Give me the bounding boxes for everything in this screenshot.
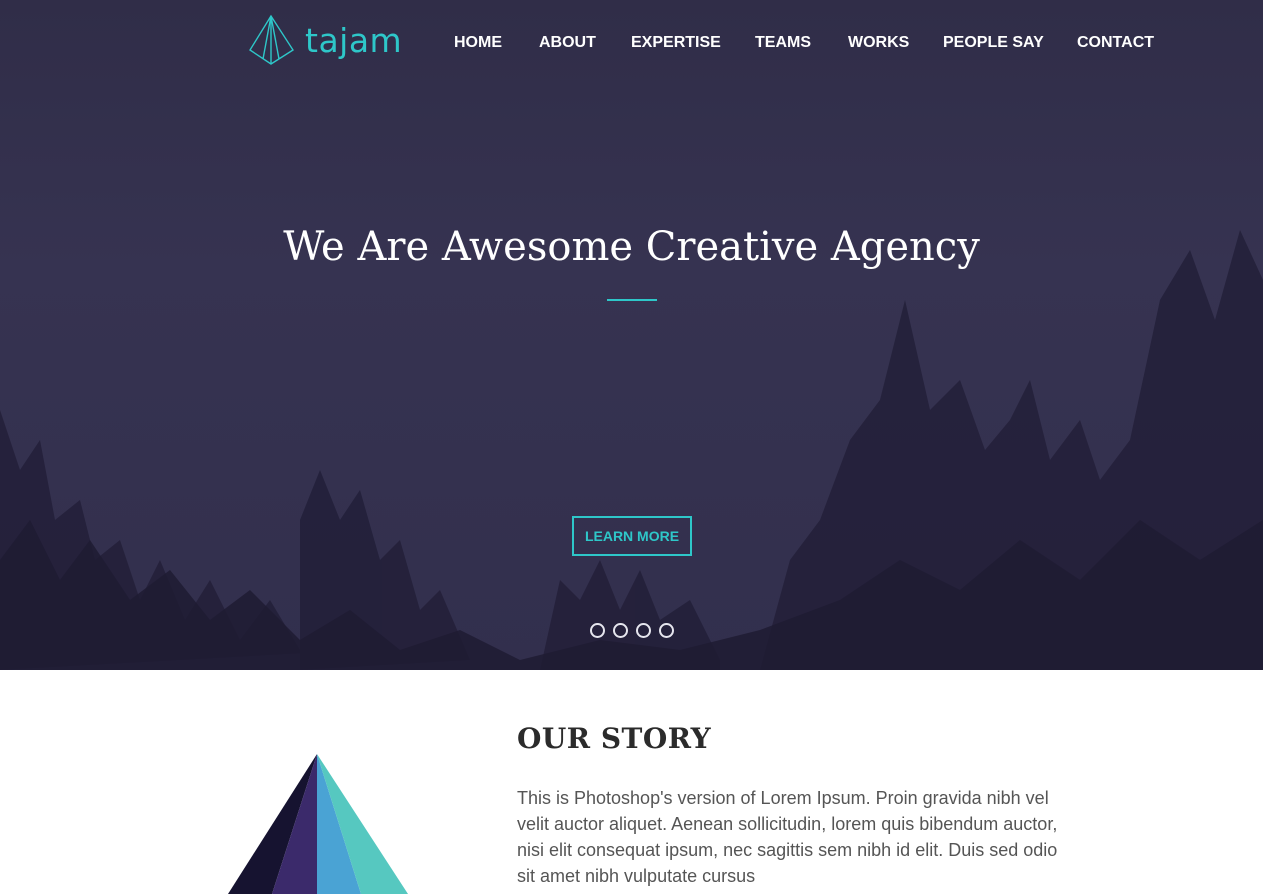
nav-item-home[interactable]: HOME [454, 34, 502, 52]
slider-dot-2[interactable] [613, 623, 628, 638]
brand-name: tajam [305, 20, 403, 60]
slider-dot-1[interactable] [590, 623, 605, 638]
hero-title: We Are Awesome Creative Agency [283, 224, 980, 270]
nav-item-teams[interactable]: TEAMS [755, 34, 811, 52]
hero-section: tajam HOME ABOUT EXPERTISE TEAMS WORKS P… [0, 0, 1263, 670]
slider-dot-4[interactable] [659, 623, 674, 638]
story-text: This is Photoshop's version of Lorem Ips… [517, 788, 1058, 886]
nav-item-expertise[interactable]: EXPERTISE [631, 34, 721, 52]
slider-pagination [590, 623, 674, 638]
nav-item-people-say[interactable]: PEOPLE SAY [943, 34, 1044, 52]
brand-logo[interactable]: tajam [249, 14, 402, 66]
story-title: OUR STORY [517, 722, 712, 755]
forest-silhouette [0, 230, 1263, 670]
slider-dot-3[interactable] [636, 623, 651, 638]
pyramid-logo-icon [249, 14, 294, 65]
nav-item-works[interactable]: WORKS [848, 34, 909, 52]
nav-item-contact[interactable]: CONTACT [1077, 34, 1154, 52]
nav-item-about[interactable]: ABOUT [539, 34, 596, 52]
story-pyramid-illustration [228, 754, 408, 894]
learn-more-button[interactable]: LEARN MORE [572, 516, 692, 556]
hero-divider [607, 299, 657, 301]
